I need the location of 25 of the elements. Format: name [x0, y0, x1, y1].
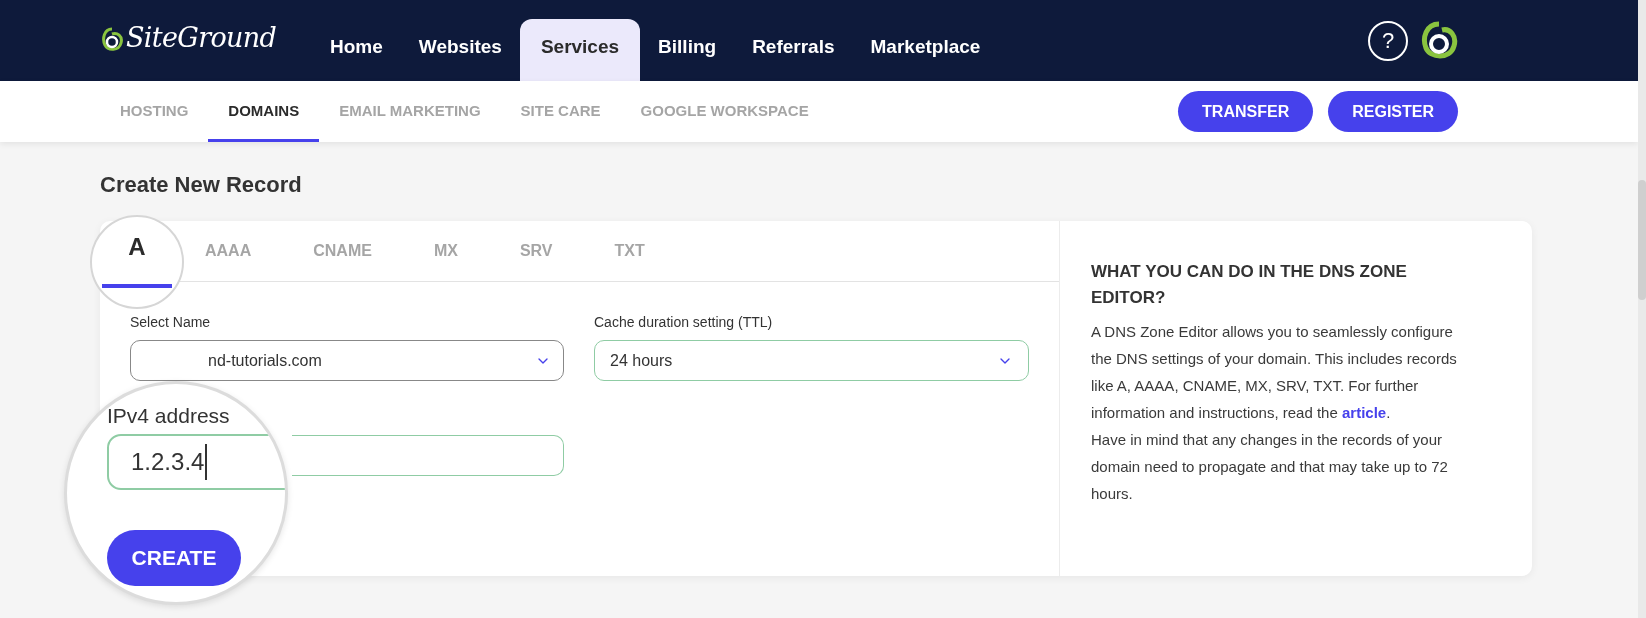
nav-tab[interactable]: Home — [312, 19, 401, 81]
article-link[interactable]: article — [1342, 404, 1387, 421]
create-button[interactable]: CREATE — [107, 530, 241, 586]
nav-tab[interactable]: Billing — [640, 19, 735, 81]
field-label: Select Name — [130, 313, 212, 332]
ipv4-input-field[interactable] — [292, 435, 564, 476]
ttl-select[interactable]: 24 hours — [594, 340, 1029, 381]
sub-nav-tab[interactable]: DOMAINS — [208, 81, 320, 142]
nav-tab[interactable]: Services — [519, 19, 641, 81]
info-paragraph: A DNS Zone Editor allows you to seamlessly configure the DNS settings of your domain. This includes records like A, AAAA, CNAME, MX, SRV, TXT. For further information and instructions, read the article. Have in mind that any changes in the records of your domain need to propagate and that may take up to 72 hours. — [1091, 322, 1458, 504]
ipv4-value: 1.2.3.4 — [131, 444, 208, 480]
info-title: WHAT YOU CAN DO IN THE DNS ZONE EDITOR? — [1091, 261, 1408, 309]
logo-text[interactable]: SiteGround — [126, 18, 276, 59]
record-type-tab[interactable]: A — [90, 215, 184, 309]
ipv4-input-magnified[interactable]: 1.2.3.4 — [107, 434, 285, 490]
register-button[interactable]: REGISTER — [1328, 91, 1458, 132]
transfer-button[interactable]: TRANSFER — [1178, 91, 1314, 132]
nav-tab[interactable]: Websites — [400, 19, 520, 81]
ipv4-label: IPv4 address — [107, 403, 230, 429]
help-button[interactable]: ? — [1368, 20, 1408, 61]
field-label: Cache duration setting (TTL) — [594, 313, 774, 332]
nav-tab[interactable]: Marketplace — [852, 19, 999, 81]
name-select[interactable]: nd-tutorials.com — [130, 340, 564, 381]
page-title: Create New Record — [100, 171, 303, 199]
nav-tab[interactable]: Referrals — [734, 19, 853, 81]
